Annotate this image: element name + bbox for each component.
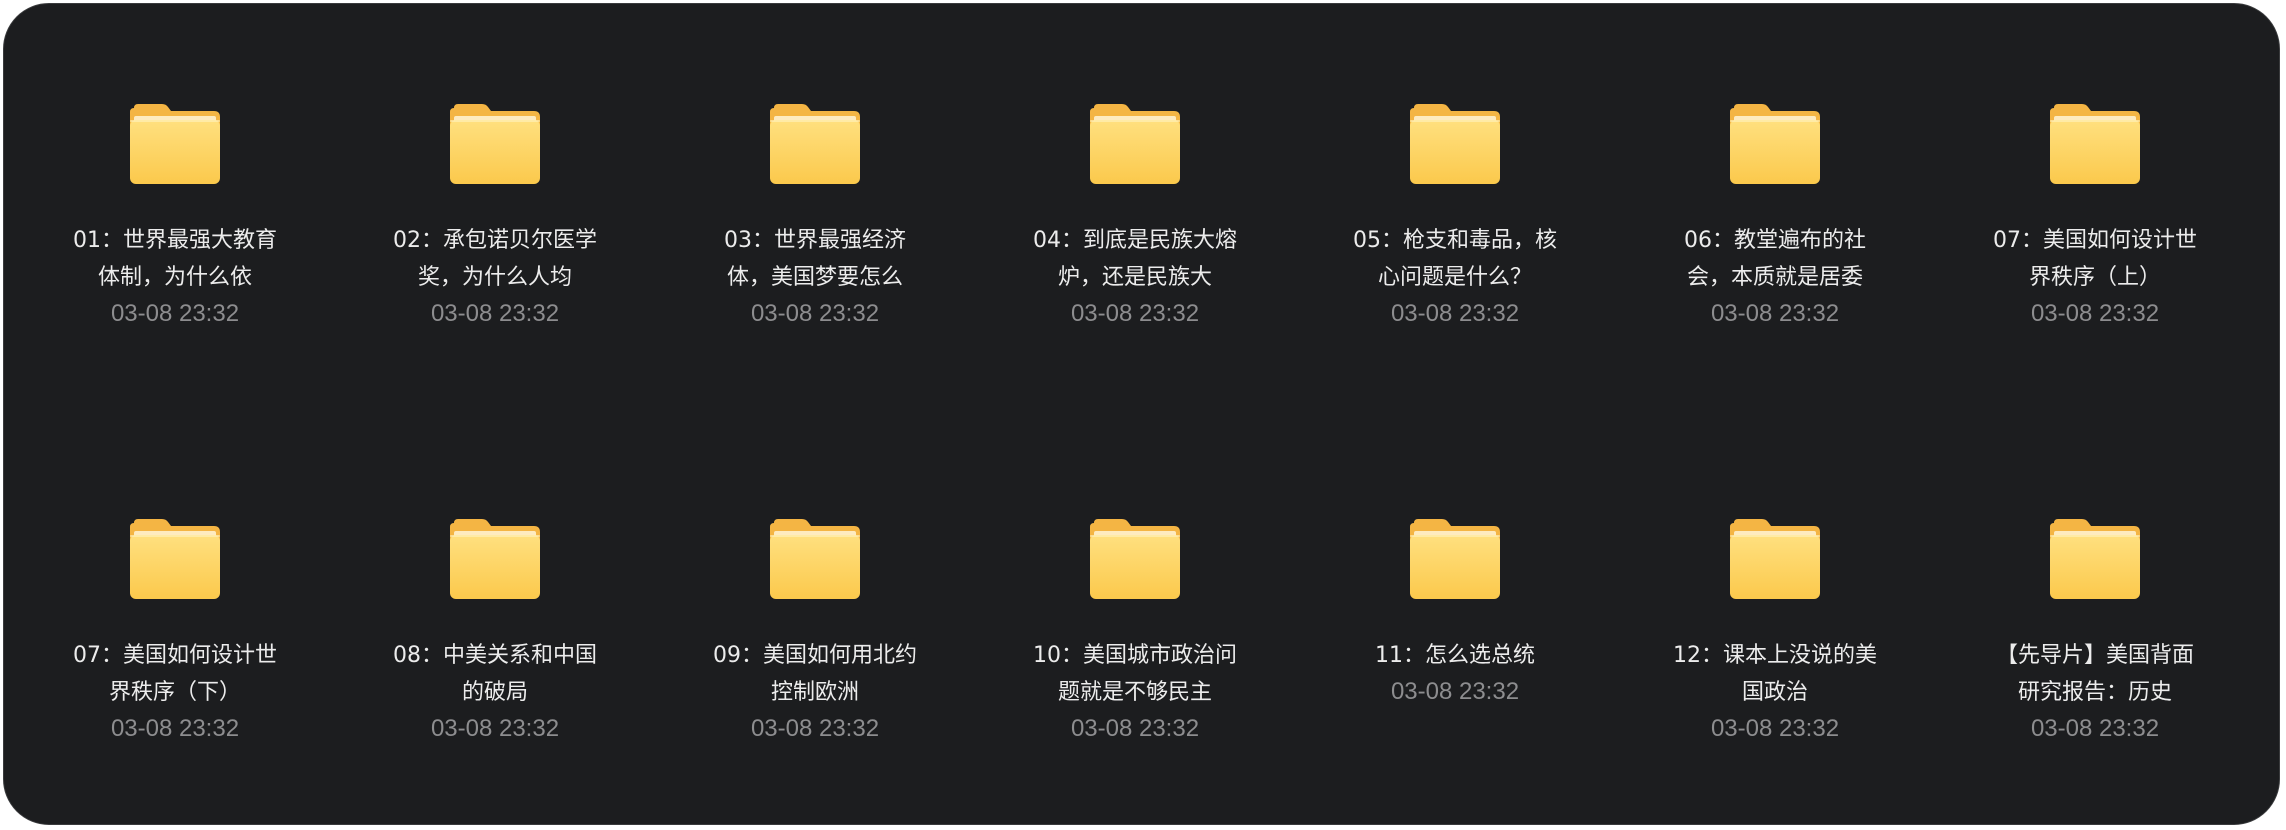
folder-icon bbox=[1408, 517, 1502, 603]
folder-icon bbox=[1728, 102, 1822, 188]
folder-date: 03-08 23:32 bbox=[1390, 300, 1520, 327]
folder-name: 07：美国如何设计世界秩序（上） bbox=[1993, 228, 2197, 290]
folder-icon bbox=[768, 517, 862, 603]
folder-item[interactable]: 【先导片】美国背面研究报告：历史 03-08 23:32 bbox=[1975, 517, 2215, 744]
folder-date: 03-08 23:32 bbox=[1390, 678, 1520, 705]
folder-icon bbox=[1408, 102, 1502, 188]
folder-item[interactable]: 02：承包诺贝尔医学奖，为什么人均 03-08 23:32 bbox=[375, 102, 615, 329]
folder-date: 03-08 23:32 bbox=[110, 300, 240, 327]
folder-name: 01：世界最强大教育体制，为什么依 bbox=[73, 228, 277, 290]
folder-name: 02：承包诺贝尔医学奖，为什么人均 bbox=[393, 228, 597, 290]
folder-icon bbox=[1728, 517, 1822, 603]
folder-icon bbox=[2048, 102, 2142, 188]
folder-icon bbox=[1088, 517, 1182, 603]
folder-icon bbox=[128, 517, 222, 603]
folder-name: 07：美国如何设计世界秩序（下） bbox=[73, 643, 277, 705]
folder-icon bbox=[128, 102, 222, 188]
folder-item[interactable]: 04：到底是民族大熔炉，还是民族大 03-08 23:32 bbox=[1015, 102, 1255, 329]
folder-name: 10：美国城市政治问题就是不够民主 bbox=[1033, 643, 1237, 705]
folder-name: 05：枪支和毒品，核心问题是什么？ bbox=[1353, 228, 1557, 290]
folder-icon bbox=[448, 517, 542, 603]
folder-date: 03-08 23:32 bbox=[1710, 300, 1840, 327]
folder-date: 03-08 23:32 bbox=[750, 300, 880, 327]
folder-date: 03-08 23:32 bbox=[2030, 300, 2160, 327]
folder-item[interactable]: 07：美国如何设计世界秩序（下） 03-08 23:32 bbox=[55, 517, 295, 744]
folder-item[interactable]: 03：世界最强经济体，美国梦要怎么 03-08 23:32 bbox=[695, 102, 935, 329]
folder-name: 04：到底是民族大熔炉，还是民族大 bbox=[1033, 228, 1237, 290]
folder-item[interactable]: 12：课本上没说的美国政治 03-08 23:32 bbox=[1655, 517, 1895, 744]
folder-name: 03：世界最强经济体，美国梦要怎么 bbox=[724, 228, 906, 290]
folder-item[interactable]: 09：美国如何用北约控制欧洲 03-08 23:32 bbox=[695, 517, 935, 744]
folder-item[interactable]: 10：美国城市政治问题就是不够民主 03-08 23:32 bbox=[1015, 517, 1255, 744]
folder-item[interactable]: 07：美国如何设计世界秩序（上） 03-08 23:32 bbox=[1975, 102, 2215, 329]
folder-date: 03-08 23:32 bbox=[1070, 300, 1200, 327]
folder-date: 03-08 23:32 bbox=[1710, 715, 1840, 742]
folder-icon bbox=[768, 102, 862, 188]
folder-grid: 01：世界最强大教育体制，为什么依 03-08 23:32 02：承包诺贝尔医学奖，… bbox=[4, 4, 2279, 824]
folder-icon bbox=[2048, 517, 2142, 603]
folder-name: 08：中美关系和中国的破局 bbox=[393, 643, 597, 705]
folder-date: 03-08 23:32 bbox=[430, 300, 560, 327]
folder-icon bbox=[448, 102, 542, 188]
folder-item[interactable]: 06：教堂遍布的社会，本质就是居委 03-08 23:32 bbox=[1655, 102, 1895, 329]
folder-name: 【先导片】美国背面研究报告：历史 bbox=[1995, 643, 2194, 705]
folder-name: 12：课本上没说的美国政治 bbox=[1673, 643, 1877, 705]
folder-date: 03-08 23:32 bbox=[2030, 715, 2160, 742]
folder-icon bbox=[1088, 102, 1182, 188]
file-browser-window: 01：世界最强大教育体制，为什么依 03-08 23:32 02：承包诺贝尔医学奖，… bbox=[3, 3, 2280, 825]
folder-date: 03-08 23:32 bbox=[110, 715, 240, 742]
folder-item[interactable]: 08：中美关系和中国的破局 03-08 23:32 bbox=[375, 517, 615, 744]
folder-name: 11：怎么选总统 bbox=[1375, 643, 1535, 668]
folder-item[interactable]: 05：枪支和毒品，核心问题是什么？ 03-08 23:32 bbox=[1335, 102, 1575, 329]
folder-item[interactable]: 11：怎么选总统 03-08 23:32 bbox=[1335, 517, 1575, 707]
folder-name: 06：教堂遍布的社会，本质就是居委 bbox=[1684, 228, 1866, 290]
folder-date: 03-08 23:32 bbox=[750, 715, 880, 742]
folder-item[interactable]: 01：世界最强大教育体制，为什么依 03-08 23:32 bbox=[55, 102, 295, 329]
folder-date: 03-08 23:32 bbox=[430, 715, 560, 742]
folder-name: 09：美国如何用北约控制欧洲 bbox=[713, 643, 917, 705]
folder-date: 03-08 23:32 bbox=[1070, 715, 1200, 742]
